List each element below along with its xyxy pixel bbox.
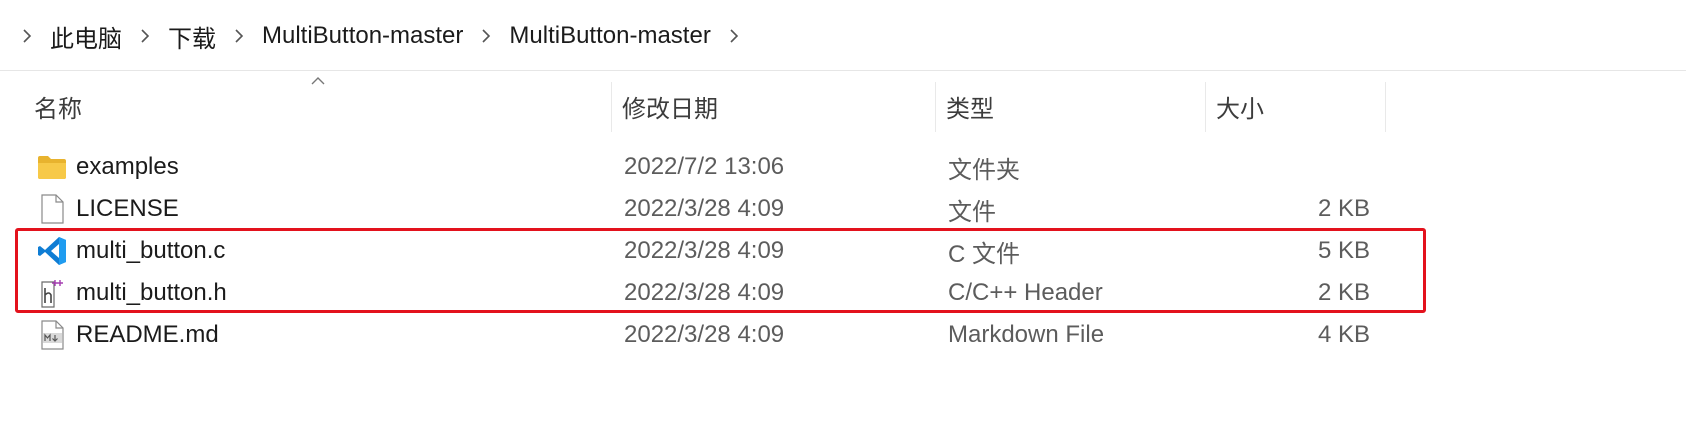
file-size	[1206, 146, 1370, 188]
column-header-name-label: 名称	[34, 95, 82, 123]
file-name: LICENSE	[76, 195, 179, 222]
chevron-right-icon[interactable]	[725, 27, 743, 45]
file-type: 文件	[948, 198, 996, 226]
chevron-right-icon[interactable]	[230, 27, 248, 45]
breadcrumb-item-multibutton-master-inner[interactable]: MultiButton-master	[501, 22, 718, 50]
file-row-multi-button-c[interactable]: multi_button.c 2022/3/28 4:09 C 文件 5 KB	[0, 230, 1686, 272]
breadcrumb-item-multibutton-master[interactable]: MultiButton-master	[254, 22, 471, 50]
column-header-date-label: 修改日期	[622, 95, 718, 123]
file-name: multi_button.c	[76, 237, 226, 264]
header-file-icon	[36, 277, 68, 309]
file-name: examples	[76, 153, 179, 180]
column-header-row: 名称 修改日期 类型 大小	[0, 77, 1686, 132]
file-name: multi_button.h	[76, 279, 227, 306]
file-size: 4 KB	[1317, 321, 1370, 348]
file-row-readme[interactable]: README.md 2022/3/28 4:09 Markdown File 4…	[0, 314, 1686, 356]
file-type: C 文件	[948, 240, 1020, 268]
breadcrumb: 此电脑 下载 MultiButton-master MultiButton-ma…	[12, 18, 749, 54]
column-divider[interactable]	[1385, 82, 1386, 132]
markdown-file-icon	[36, 319, 68, 351]
folder-icon	[36, 151, 68, 183]
chevron-right-icon[interactable]	[136, 27, 154, 45]
file-date: 2022/3/28 4:09	[624, 195, 785, 222]
column-header-type-label: 类型	[946, 95, 994, 123]
file-size: 2 KB	[1317, 279, 1370, 306]
file-size: 5 KB	[1317, 237, 1370, 264]
file-type: C/C++ Header	[948, 279, 1103, 306]
file-date: 2022/3/28 4:09	[624, 279, 785, 306]
file-date: 2022/3/28 4:09	[624, 321, 785, 348]
file-type: 文件夹	[948, 156, 1020, 184]
column-header-type[interactable]: 类型	[936, 80, 1206, 132]
vscode-icon	[36, 235, 68, 267]
breadcrumb-item-this-pc[interactable]: 此电脑	[42, 19, 130, 54]
column-header-name[interactable]: 名称	[24, 80, 612, 132]
file-icon	[36, 193, 68, 225]
file-size: 2 KB	[1317, 195, 1370, 222]
chevron-right-icon[interactable]	[18, 27, 36, 45]
chevron-right-icon[interactable]	[477, 27, 495, 45]
breadcrumb-item-downloads[interactable]: 下载	[160, 19, 224, 54]
file-row-examples[interactable]: examples 2022/7/2 13:06 文件夹	[0, 146, 1686, 188]
file-name: README.md	[76, 321, 219, 348]
column-header-size-label: 大小	[1216, 95, 1264, 123]
file-date: 2022/7/2 13:06	[624, 153, 785, 180]
file-row-license[interactable]: LICENSE 2022/3/28 4:09 文件 2 KB	[0, 188, 1686, 230]
file-row-multi-button-h[interactable]: multi_button.h 2022/3/28 4:09 C/C++ Head…	[0, 272, 1686, 314]
file-type: Markdown File	[948, 321, 1105, 348]
column-header-size[interactable]: 大小	[1206, 80, 1386, 132]
address-bar: 此电脑 下载 MultiButton-master MultiButton-ma…	[0, 0, 1686, 71]
file-list: examples 2022/7/2 13:06 文件夹 LICENSE 2022…	[0, 146, 1686, 356]
file-date: 2022/3/28 4:09	[624, 237, 785, 264]
column-header-date[interactable]: 修改日期	[612, 80, 936, 132]
